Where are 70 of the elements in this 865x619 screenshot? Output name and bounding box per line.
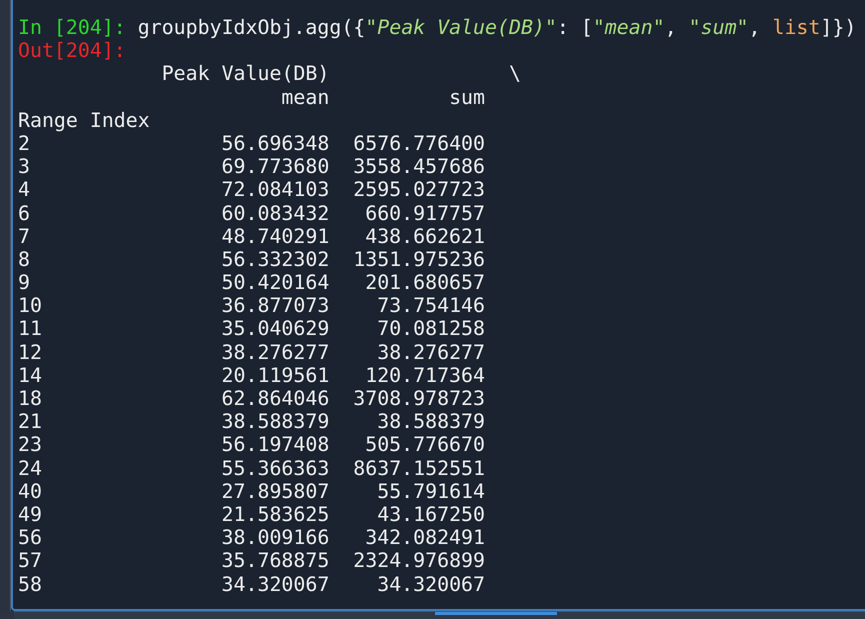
- column-header: sum: [448, 86, 485, 109]
- table-cell-text: 505.776670: [364, 433, 485, 457]
- table-cell-text: 56.696348: [220, 132, 330, 156]
- table-cell-text: 70.081258: [376, 317, 485, 341]
- table-cell-text: 50.420164: [220, 271, 330, 294]
- index-cell-text: 8: [18, 248, 31, 272]
- index-cell-text: 18: [18, 387, 43, 410]
- table-cell-text: 20.119561: [220, 364, 330, 387]
- column-header: mean: [280, 86, 330, 109]
- table-cell-text: 62.864046: [220, 387, 330, 410]
- table-cell-text: 43.167250: [376, 502, 485, 526]
- scrollbar-thumb[interactable]: [435, 612, 557, 615]
- table-cell-text: 73.754146: [376, 294, 485, 318]
- index-cell-text: 23: [18, 433, 43, 457]
- table-cell-text: 34.320067: [220, 572, 330, 596]
- table-cell-text: 660.917757: [364, 202, 485, 225]
- index-cell-text: 10: [18, 294, 43, 318]
- index-cell-text: 6: [18, 202, 31, 225]
- index-cell-text: 24: [18, 456, 43, 480]
- table-cell-text: 3708.978723: [352, 387, 485, 410]
- table-cell-text: 36.877073: [220, 294, 330, 318]
- table-cell-text: 38.276277: [220, 340, 330, 364]
- index-cell-text: 49: [18, 502, 43, 526]
- index-cell-text: 11: [18, 317, 43, 341]
- index-cell-text: 14: [18, 364, 43, 387]
- index-cell-text: 3: [18, 155, 31, 178]
- table-cell-text: 438.662621: [364, 224, 485, 248]
- index-cell-text: 7: [18, 224, 31, 248]
- table-cell-text: 35.768875: [220, 549, 330, 572]
- table-cell-text: 56.197408: [220, 433, 330, 457]
- table-cell-text: 6576.776400: [352, 132, 485, 156]
- table-cell-text: 55.791614: [376, 480, 485, 503]
- table-cell-text: 72.084103: [220, 178, 330, 202]
- table-cell-text: 38.588379: [220, 410, 330, 434]
- table-cell-text: 38.588379: [376, 410, 485, 434]
- table-cell-text: 2324.976899: [352, 549, 485, 572]
- table-cell-text: 34.320067: [376, 572, 485, 596]
- index-cell-text: 4: [18, 178, 31, 202]
- table-cell-text: 56.332302: [220, 248, 330, 272]
- table-cell-text: 342.082491: [364, 526, 485, 550]
- index-cell-text: 56: [18, 526, 43, 550]
- table-cell-text: 69.773680: [220, 155, 330, 178]
- table-cell-text: 55.366363: [220, 456, 330, 480]
- table-cell-text: 201.680657: [364, 271, 485, 294]
- index-cell-text: 57: [18, 549, 43, 572]
- index-cell-text: 40: [18, 480, 43, 503]
- index-name: Range Index: [18, 108, 151, 132]
- index-cell-text: 21: [18, 410, 43, 434]
- table-cell-text: 38.276277: [376, 340, 485, 364]
- table-cell-text: 27.895807: [220, 480, 330, 503]
- table-cell-text: 35.040629: [220, 317, 330, 341]
- table-cell-text: 3558.457686: [352, 155, 485, 178]
- table-cell-text: 120.717364: [364, 364, 485, 387]
- table-cell-text: 48.740291: [220, 224, 330, 248]
- table-cell-text: 2595.027723: [352, 178, 485, 202]
- index-cell-text: 12: [18, 340, 43, 364]
- output-prompt: Out[204]:: [18, 39, 126, 62]
- table-cell-text: 21.583625: [220, 502, 330, 526]
- table-cell-text: 1351.975236: [352, 248, 485, 272]
- table-cell-text: 8637.152551: [352, 456, 485, 480]
- code-text: groupbyIdxObj.agg({"Peak Value(DB)": ["mean", "sum", list]}): [138, 16, 856, 40]
- horizontal-scrollbar[interactable]: [14, 611, 865, 619]
- table-cell-text: 38.009166: [220, 526, 330, 550]
- table-cell-text: 60.083432: [220, 202, 330, 225]
- column-group-header: Peak Value(DB): [162, 62, 330, 86]
- input-prompt: In [204]:: [18, 16, 126, 40]
- index-cell-text: 9: [18, 271, 31, 294]
- index-cell-text: 2: [18, 132, 31, 156]
- continuation-mark: \: [508, 62, 521, 86]
- index-cell-text: 58: [18, 572, 43, 596]
